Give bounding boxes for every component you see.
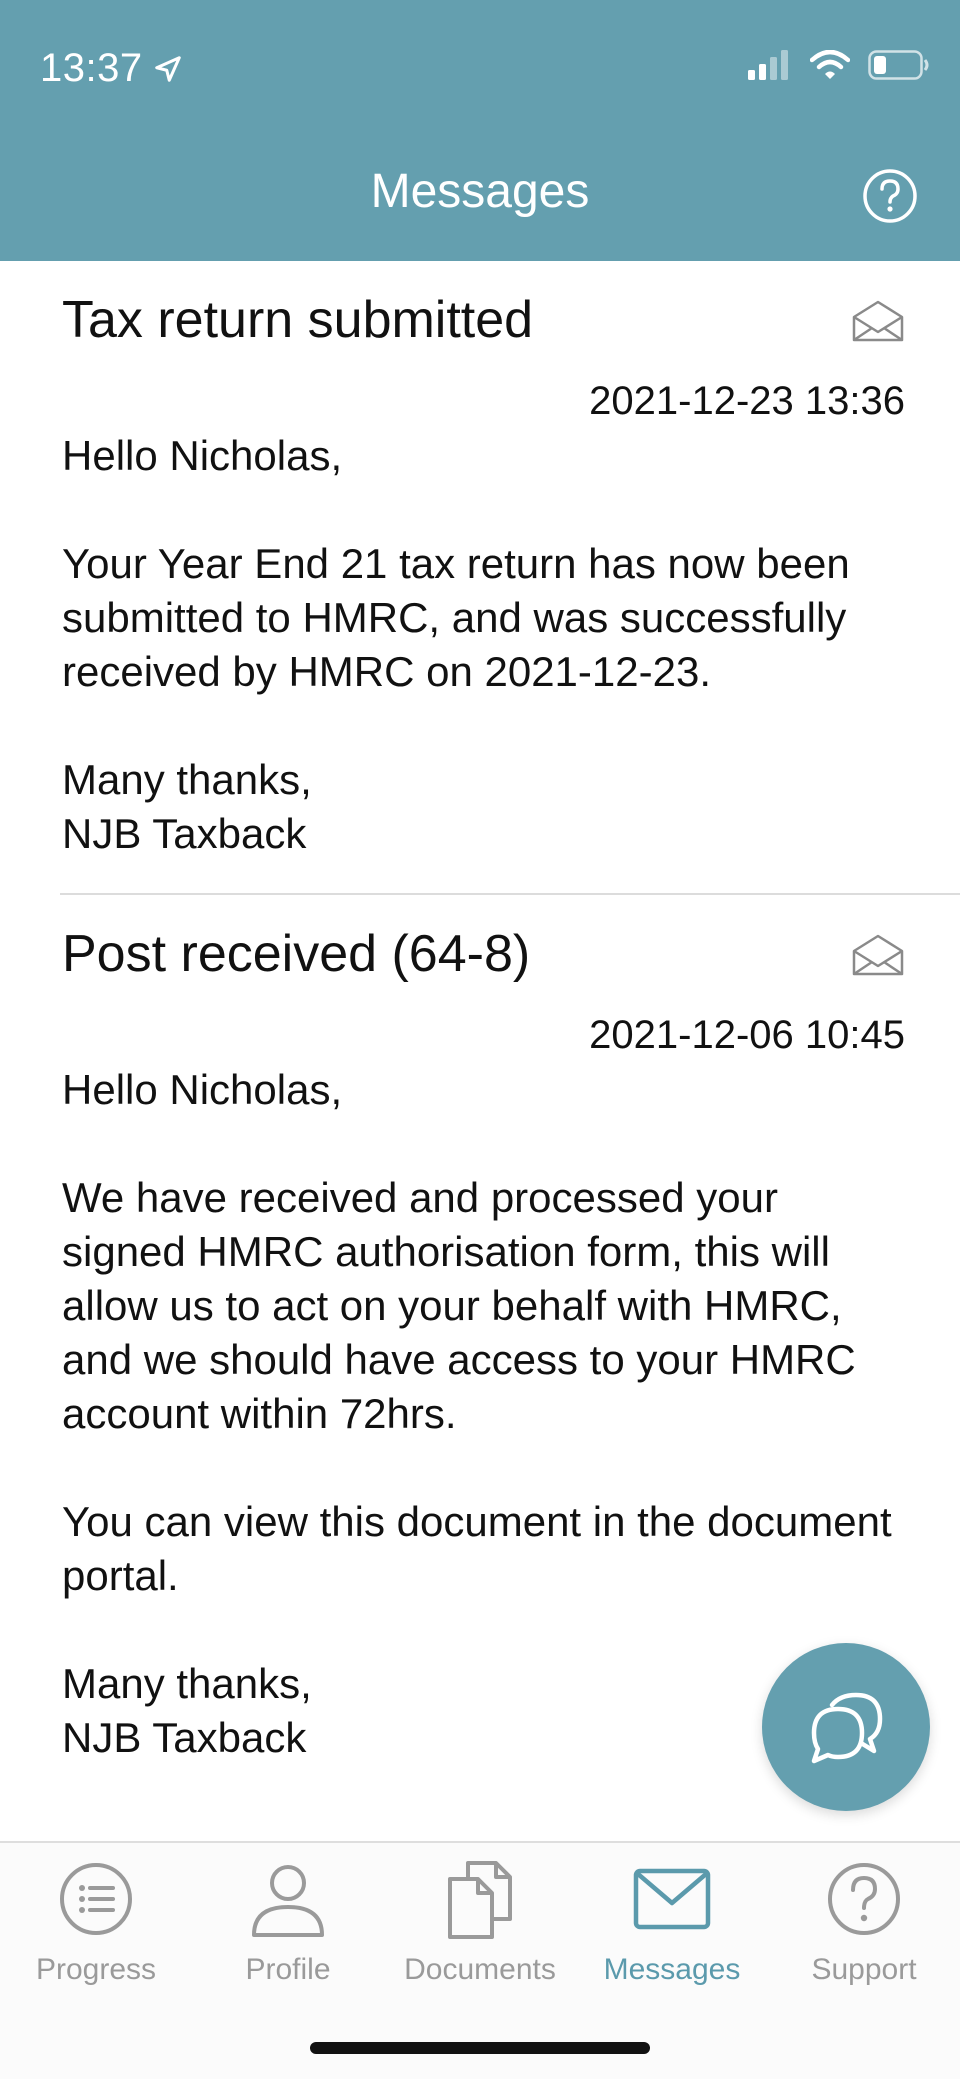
tab-profile[interactable]: Profile bbox=[192, 1859, 384, 2019]
status-bar-time: 13:37 bbox=[40, 46, 183, 91]
envelope-icon bbox=[633, 1868, 711, 1930]
list-icon bbox=[60, 1863, 132, 1935]
tab-support[interactable]: Support bbox=[768, 1859, 960, 2019]
help-button[interactable] bbox=[862, 168, 918, 224]
signal-icon bbox=[748, 50, 788, 80]
tab-label: Support bbox=[811, 1953, 917, 1986]
message-item[interactable]: Tax return submitted 2021-12-23 13:36 He… bbox=[0, 261, 960, 893]
open-envelope-icon bbox=[852, 300, 904, 342]
status-bar-indicators bbox=[748, 50, 930, 80]
open-envelope-icon bbox=[852, 934, 904, 976]
page-title: Messages bbox=[370, 165, 590, 218]
messages-list[interactable]: Tax return submitted 2021-12-23 13:36 He… bbox=[0, 261, 960, 1841]
documents-icon bbox=[448, 1861, 512, 1939]
tab-messages[interactable]: Messages bbox=[576, 1859, 768, 2019]
tab-label: Profile bbox=[245, 1953, 331, 1986]
message-body: Hello Nicholas, We have received and pro… bbox=[62, 1066, 892, 1761]
person-icon bbox=[252, 1865, 324, 1937]
tab-label: Progress bbox=[35, 1953, 157, 1986]
message-body: Hello Nicholas, Your Year End 21 tax ret… bbox=[62, 432, 850, 857]
message-header: Tax return submitted 2021-12-23 13:36 bbox=[62, 289, 905, 433]
chat-button[interactable] bbox=[762, 1643, 930, 1811]
help-icon bbox=[828, 1863, 900, 1935]
battery-icon bbox=[868, 50, 929, 80]
tab-bar: Progress Profile Documents Messages Supp… bbox=[0, 1841, 960, 2079]
location-arrow-icon bbox=[154, 55, 181, 82]
message-title: Tax return submitted bbox=[62, 291, 534, 349]
status-time-text: 13:37 bbox=[40, 46, 143, 90]
chat-bubble-icon bbox=[811, 1692, 883, 1764]
tab-label: Messages bbox=[603, 1953, 741, 1986]
message-header: Post received (64-8) 2021-12-06 10:45 bbox=[62, 923, 905, 1067]
tab-progress[interactable]: Progress bbox=[0, 1859, 192, 2019]
tab-label: Documents bbox=[404, 1953, 556, 1986]
message-date: 2021-12-23 13:36 bbox=[589, 379, 905, 423]
message-date: 2021-12-06 10:45 bbox=[589, 1013, 905, 1057]
tab-documents[interactable]: Documents bbox=[384, 1859, 576, 2019]
wifi-icon bbox=[810, 50, 850, 79]
message-title: Post received (64-8) bbox=[62, 925, 531, 983]
question-circle-icon bbox=[863, 169, 917, 223]
app-header: 13:37 Messages bbox=[0, 0, 960, 261]
home-indicator bbox=[310, 2042, 650, 2054]
